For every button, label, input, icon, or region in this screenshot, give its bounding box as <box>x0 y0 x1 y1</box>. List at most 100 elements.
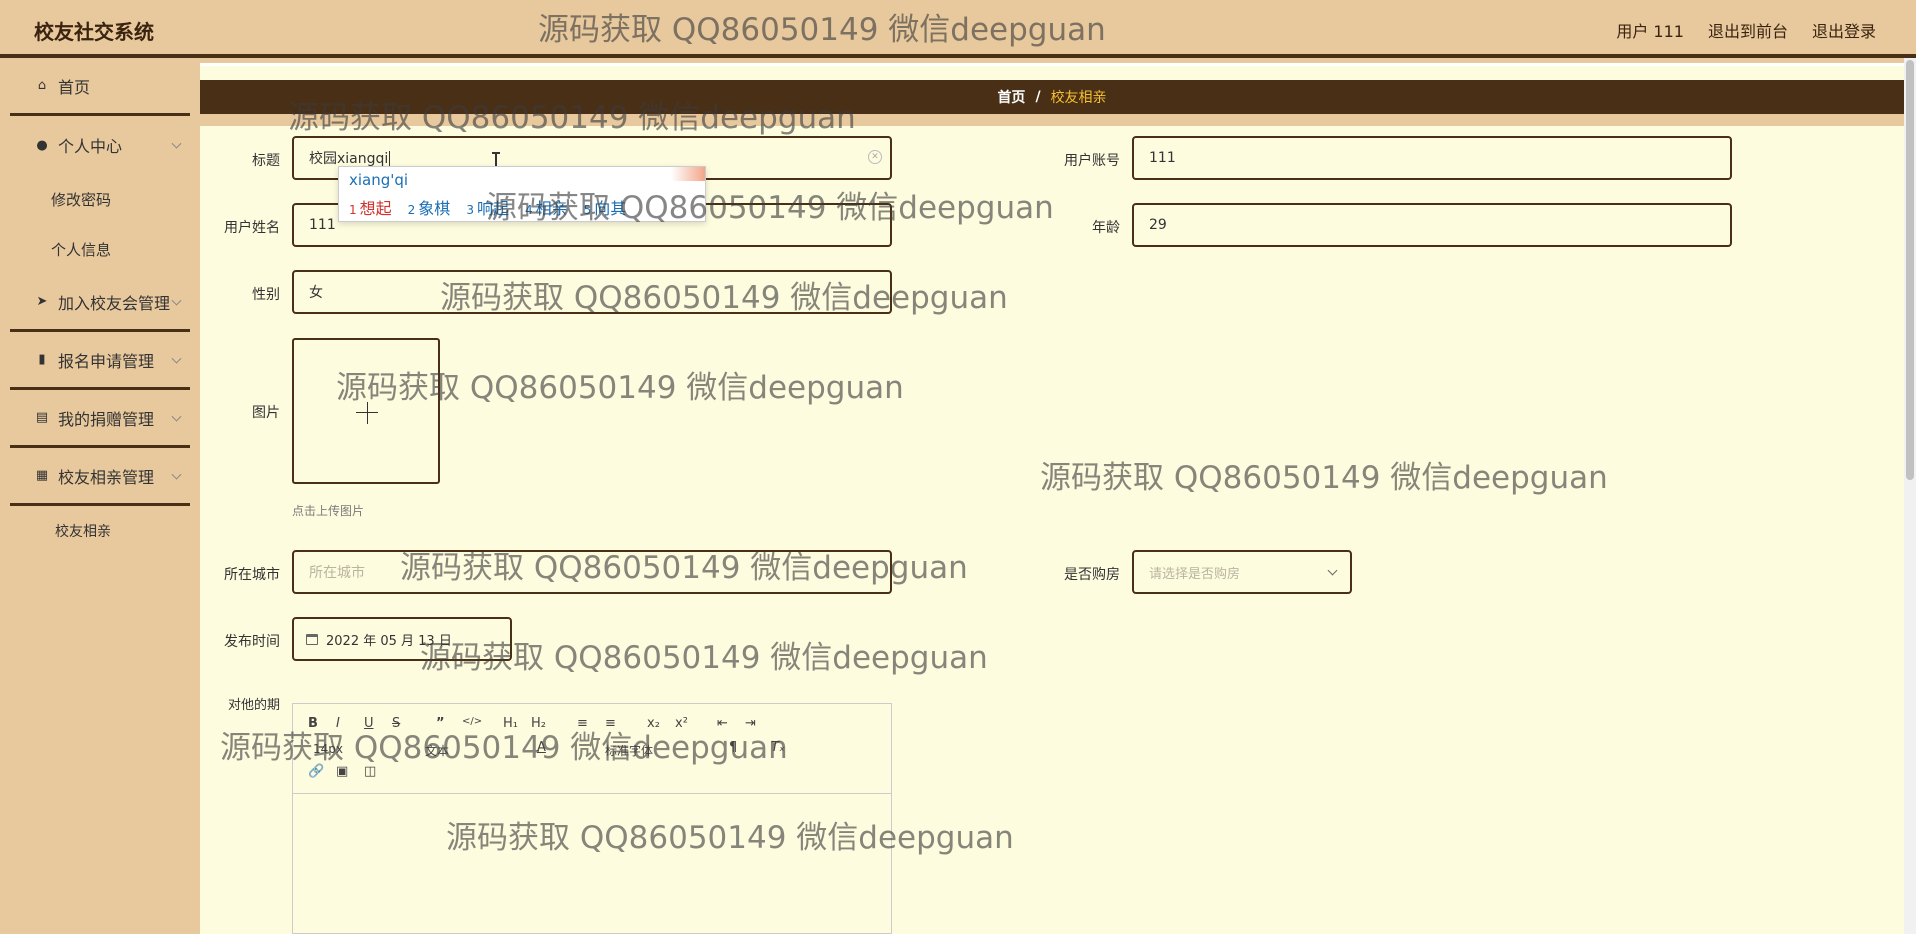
editor-toolbar: B I U S ” </> H₁ H₂ ≡ ≡ x₂ x² ⇤ ⇥ 14px 文… <box>293 704 891 794</box>
calendar-icon <box>306 633 318 645</box>
ime-candidate[interactable]: 4 相亲 <box>525 195 568 219</box>
ordered-list-button[interactable]: ≡ <box>577 716 588 731</box>
clear-icon[interactable]: ✕ <box>868 150 882 164</box>
font-color-button[interactable]: A <box>537 740 546 755</box>
sidebar-item-alumni-join[interactable]: ➤ 加入校友会管理 <box>10 274 190 332</box>
ime-skin-decoration <box>671 167 705 181</box>
sidebar-item-label: 加入校友会管理 <box>58 293 171 313</box>
underline-button[interactable]: U <box>364 716 374 731</box>
gender-input[interactable]: 女 <box>292 270 892 314</box>
chevron-down-icon <box>171 469 182 480</box>
ime-candidate-popup: xiang'qi 1 想起 2 象棋 3 响起 4 相亲 5 向其 <box>338 166 706 222</box>
breadcrumb-underline <box>200 114 1904 126</box>
video-icon[interactable]: ◫ <box>364 764 376 779</box>
bold-button[interactable]: B <box>308 716 318 731</box>
outdent-button[interactable]: ⇤ <box>717 716 728 731</box>
city-input-placeholder: 所在城市 <box>309 565 365 581</box>
strike-button[interactable]: S <box>392 716 400 731</box>
clear-format-button[interactable]: Tₓ <box>771 740 785 755</box>
publish-time-value: 2022 年 05 月 13 日 <box>326 633 452 649</box>
logout-link[interactable]: 退出登录 <box>1812 18 1876 42</box>
chevron-down-icon <box>171 353 182 364</box>
indent-button[interactable]: ⇥ <box>745 716 756 731</box>
city-input[interactable]: 所在城市 <box>292 550 892 594</box>
text-style-select[interactable]: 文本 <box>425 742 449 759</box>
house-select-placeholder: 请选择是否购房 <box>1149 566 1241 582</box>
breadcrumb: 首页 / 校友相亲 <box>200 80 1904 114</box>
ime-candidate[interactable]: 1 想起 <box>349 195 392 219</box>
sidebar-item-label: 报名申请管理 <box>58 351 155 371</box>
name-label: 用户姓名 <box>224 220 280 236</box>
sidebar-item-registration[interactable]: ▮ 报名申请管理 <box>10 332 190 390</box>
sidebar-item-personal-info[interactable]: 个人信息 <box>10 224 190 274</box>
ime-candidate[interactable]: 5 向其 <box>584 195 627 219</box>
sidebar-item-matchmaking[interactable]: 校友相亲 <box>10 506 190 556</box>
account-input-value: 111 <box>1149 150 1176 166</box>
house-select[interactable]: 请选择是否购房 <box>1132 550 1352 594</box>
account-label: 用户账号 <box>1064 153 1120 169</box>
sidebar-item-personal-center[interactable]: ● 个人中心 <box>10 116 190 174</box>
image-label: 图片 <box>252 405 280 421</box>
page-scrollbar[interactable] <box>1904 58 1916 934</box>
age-input-value: 29 <box>1149 217 1167 233</box>
gender-input-value: 女 <box>309 285 323 301</box>
title-label: 标题 <box>252 153 280 169</box>
ime-candidate[interactable]: 2 象棋 <box>408 195 451 219</box>
expectation-label: 对他的期 <box>227 698 280 713</box>
current-user-label: 用户 111 <box>1616 22 1684 41</box>
top-divider <box>200 58 1904 66</box>
ime-candidate-list: 1 想起 2 象棋 3 响起 4 相亲 5 向其 <box>349 195 626 219</box>
breadcrumb-home[interactable]: 首页 <box>997 87 1025 107</box>
blockquote-button[interactable]: ” <box>436 716 445 731</box>
subscript-button[interactable]: x₂ <box>647 716 660 731</box>
bullet-list-button[interactable]: ≡ <box>605 716 616 731</box>
chevron-down-icon <box>171 411 182 422</box>
sidebar-item-matchmaking-mgmt[interactable]: ▦ 校友相亲管理 <box>10 448 190 506</box>
text-caret <box>389 150 391 166</box>
city-label: 所在城市 <box>224 567 280 583</box>
send-icon: ➤ <box>36 294 48 309</box>
breadcrumb-current: 校友相亲 <box>1050 90 1107 106</box>
ime-pinyin: xiang'qi <box>349 171 409 189</box>
italic-button[interactable]: I <box>336 716 340 731</box>
top-header: 校友社交系统 用户 111 退出到前台 退出登录 <box>0 0 1916 58</box>
clipboard-icon: ▤ <box>35 410 49 425</box>
age-label: 年龄 <box>1092 220 1120 236</box>
sidebar-item-label: 我的捐赠管理 <box>58 409 155 429</box>
sidebar-item-label: 个人中心 <box>58 137 123 156</box>
gender-label: 性别 <box>252 287 280 303</box>
grid-icon: ▦ <box>35 468 49 483</box>
size-select[interactable]: 14px <box>313 742 343 756</box>
image-icon[interactable]: ▣ <box>336 764 348 779</box>
breadcrumb-separator: / <box>1035 89 1041 105</box>
user-icon: ● <box>36 137 48 153</box>
align-button[interactable]: ¶ <box>729 740 737 755</box>
header2-button[interactable]: H₂ <box>531 716 546 731</box>
home-icon: ⌂ <box>37 78 47 93</box>
sidebar-item-label: 校友相亲管理 <box>58 467 155 487</box>
image-upload-button[interactable] <box>292 338 440 484</box>
chevron-down-icon <box>171 295 182 306</box>
age-input[interactable]: 29 <box>1132 203 1732 247</box>
sidebar-item-home[interactable]: ⌂ 首页 <box>10 58 190 116</box>
publish-time-label: 发布时间 <box>224 634 280 650</box>
sidebar-item-label: 首页 <box>58 77 91 97</box>
ime-candidate[interactable]: 3 响起 <box>466 195 509 219</box>
rich-text-editor: B I U S ” </> H₁ H₂ ≡ ≡ x₂ x² ⇤ ⇥ 14px 文… <box>292 703 892 934</box>
exit-to-front-link[interactable]: 退出到前台 <box>1708 18 1788 42</box>
sidebar-item-donation[interactable]: ▤ 我的捐赠管理 <box>10 390 190 448</box>
sidebar-item-change-password[interactable]: 修改密码 <box>10 174 190 224</box>
publish-time-picker[interactable]: 2022 年 05 月 13 日 <box>292 617 512 661</box>
chevron-down-icon <box>1327 565 1338 576</box>
account-input[interactable]: 111 <box>1132 136 1732 180</box>
header-actions: 用户 111 退出到前台 退出登录 <box>1616 18 1876 42</box>
app-title: 校友社交系统 <box>34 20 154 44</box>
font-family-select[interactable]: 标准字体 <box>605 742 653 759</box>
scrollbar-thumb[interactable] <box>1906 60 1914 480</box>
briefcase-icon: ▮ <box>38 352 46 367</box>
chevron-down-icon <box>171 138 182 149</box>
superscript-button[interactable]: x² <box>675 716 688 731</box>
header1-button[interactable]: H₁ <box>503 716 518 731</box>
link-icon[interactable]: 🔗 <box>308 764 324 779</box>
code-block-button[interactable]: </> <box>462 716 482 727</box>
